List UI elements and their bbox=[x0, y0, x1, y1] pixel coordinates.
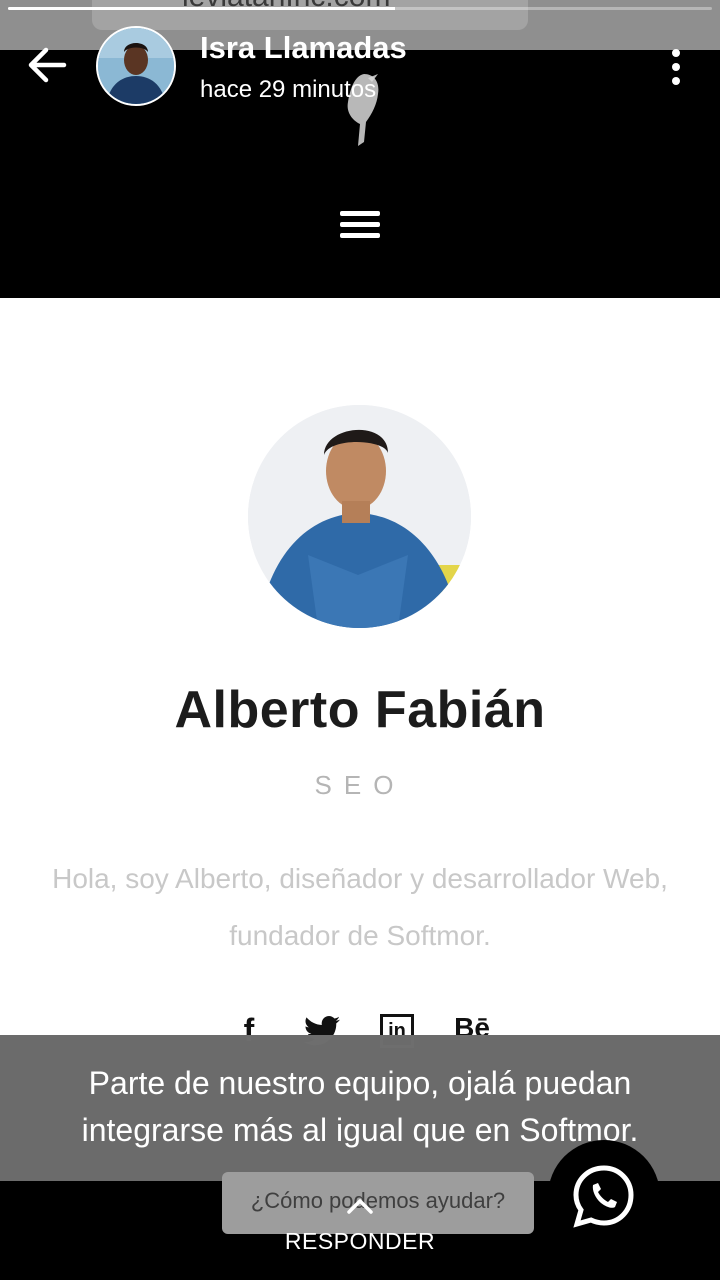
back-arrow-icon[interactable] bbox=[24, 42, 70, 88]
help-chat-text: ¿Cómo podemos ayudar? bbox=[250, 1188, 506, 1213]
story-progress-bar bbox=[8, 7, 712, 10]
profile-photo bbox=[248, 405, 471, 628]
profile-name: Alberto Fabián bbox=[174, 681, 546, 739]
profile-bio: Hola, soy Alberto, diseñador y desarroll… bbox=[52, 863, 668, 951]
contact-avatar[interactable] bbox=[96, 26, 176, 106]
profile-role: SEO bbox=[314, 770, 406, 800]
contact-name: Isra Llamadas bbox=[200, 30, 407, 65]
reply-button[interactable]: RESPONDER bbox=[0, 1228, 720, 1255]
menu-icon[interactable] bbox=[338, 208, 382, 242]
story-progress-fill bbox=[8, 7, 396, 10]
story-timestamp: hace 29 minutos bbox=[200, 76, 377, 103]
chevron-up-icon[interactable] bbox=[346, 1197, 374, 1215]
more-options-icon[interactable] bbox=[664, 48, 688, 86]
